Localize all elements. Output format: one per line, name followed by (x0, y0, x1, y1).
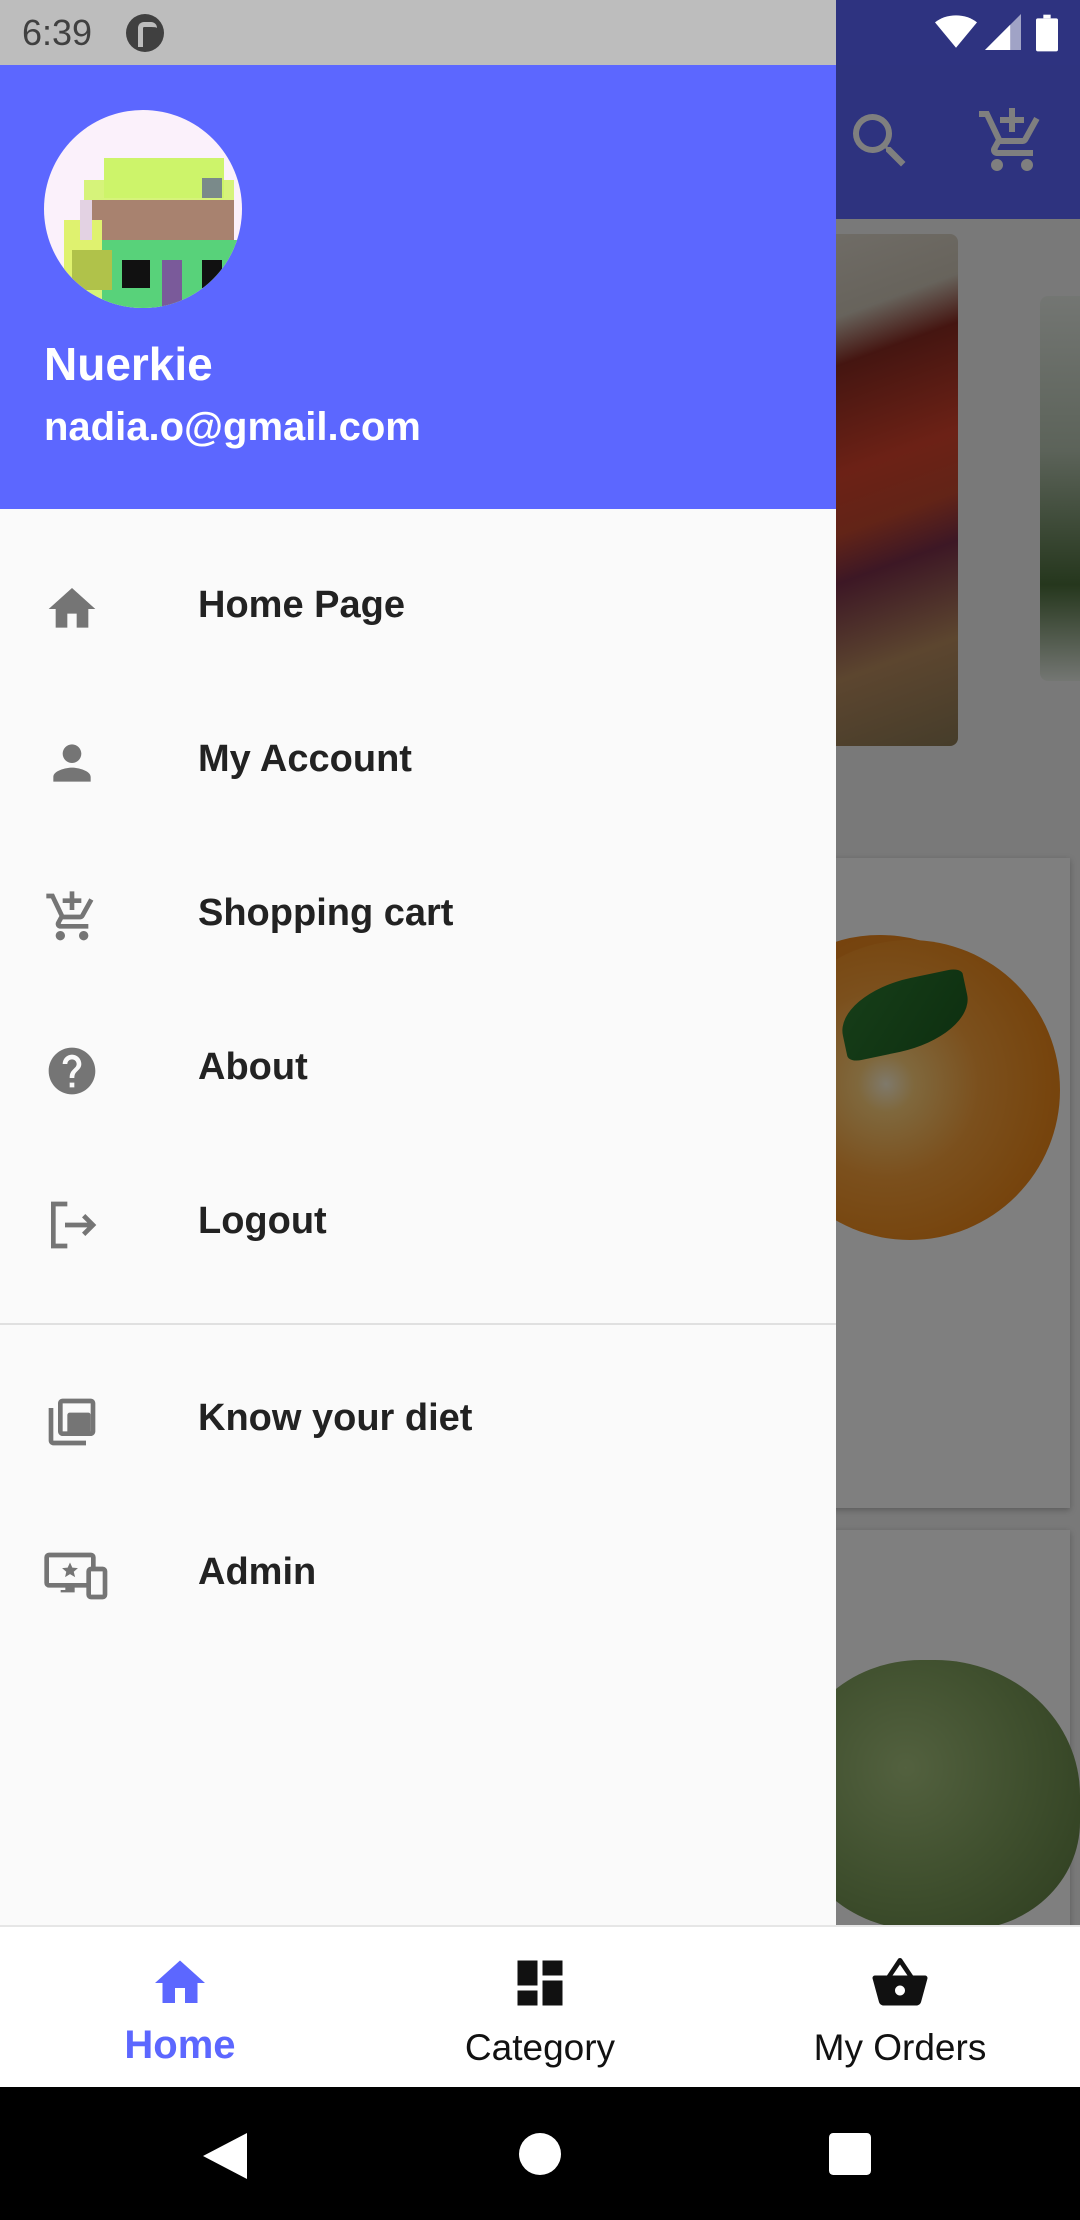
drawer-item-logout[interactable]: Logout (0, 1148, 836, 1302)
tab-home[interactable]: Home (0, 1927, 360, 2089)
battery-icon (1036, 14, 1058, 52)
drawer-item-about[interactable]: About (0, 994, 836, 1148)
home-circle-icon[interactable] (519, 2133, 561, 2175)
library-icon (44, 1394, 100, 1450)
basket-icon (870, 1953, 930, 2013)
back-icon[interactable] (203, 2133, 247, 2179)
drawer-header: Nuerkie nadia.o@gmail.com (0, 65, 836, 509)
tab-category[interactable]: Category (360, 1927, 720, 2089)
app-notification-icon (126, 14, 164, 52)
help-circle-icon (44, 1043, 100, 1099)
navigation-drawer: Nuerkie nadia.o@gmail.com Home Page My A… (0, 65, 836, 1925)
person-icon (44, 735, 100, 791)
wifi-icon (935, 15, 977, 48)
drawer-item-my-account[interactable]: My Account (0, 686, 836, 840)
signal-icon (985, 14, 1021, 50)
drawer-item-label: Logout (198, 1200, 327, 1242)
system-navigation-bar (0, 2087, 1080, 2220)
tab-label: My Orders (813, 2027, 987, 2068)
bottom-navigation: Home Category My Orders (0, 1925, 1080, 2087)
logout-icon (44, 1197, 100, 1253)
drawer-item-label: Know your diet (198, 1397, 473, 1439)
admin-devices-icon (44, 1548, 110, 1604)
user-email: nadia.o@gmail.com (44, 405, 421, 449)
home-icon (150, 1953, 210, 2013)
drawer-item-admin[interactable]: Admin (0, 1499, 836, 1653)
recents-icon[interactable] (829, 2133, 871, 2175)
drawer-divider (0, 1323, 836, 1325)
drawer-item-label: Shopping cart (198, 892, 454, 934)
status-time: 6:39 (22, 12, 93, 53)
tab-my-orders[interactable]: My Orders (720, 1927, 1080, 2089)
drawer-item-home-page[interactable]: Home Page (0, 532, 836, 686)
tab-label: Home (124, 2023, 236, 2067)
avatar[interactable] (44, 110, 242, 308)
dashboard-icon (510, 1953, 570, 2013)
status-bar: 6:39 (0, 0, 1080, 65)
drawer-item-label: Admin (198, 1551, 317, 1593)
home-icon (44, 581, 100, 637)
tab-label: Category (464, 2027, 616, 2068)
add-to-cart-icon (44, 889, 100, 945)
drawer-item-label: My Account (198, 738, 412, 780)
drawer-item-label: About (198, 1046, 308, 1088)
drawer-item-shopping-cart[interactable]: Shopping cart (0, 840, 836, 994)
user-name: Nuerkie (44, 338, 213, 390)
drawer-item-know-your-diet[interactable]: Know your diet (0, 1345, 836, 1499)
drawer-item-label: Home Page (198, 584, 405, 626)
